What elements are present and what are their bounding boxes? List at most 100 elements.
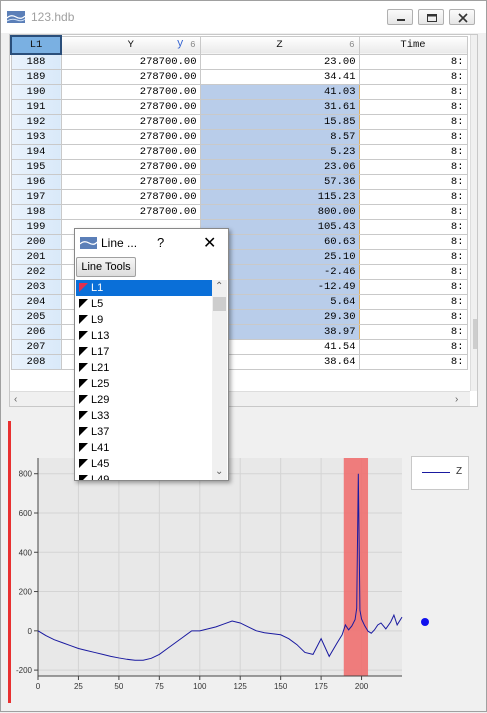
- cell-z[interactable]: 15.85: [199, 113, 360, 130]
- cell-z[interactable]: 800.00: [199, 203, 360, 220]
- scroll-up-icon[interactable]: ⌃: [215, 281, 223, 292]
- row-number[interactable]: 198: [10, 203, 62, 220]
- table-row[interactable]: 189 278700.00 34.41 8:: [10, 68, 468, 85]
- scroll-down-icon[interactable]: ⌄: [215, 466, 223, 477]
- maximize-button[interactable]: [418, 9, 444, 25]
- cell-time[interactable]: 8:: [358, 158, 468, 175]
- cell-y[interactable]: 278700.00: [60, 53, 201, 70]
- title-bar[interactable]: 123.hdb: [1, 1, 486, 33]
- cell-time[interactable]: 8:: [358, 83, 468, 100]
- cell-time[interactable]: 8:: [358, 98, 468, 115]
- table-row[interactable]: 198 278700.00 800.00 8:: [10, 203, 468, 220]
- scroll-thumb[interactable]: [213, 297, 226, 311]
- column-header-line[interactable]: L1: [10, 35, 62, 55]
- line-list-item[interactable]: L5: [76, 296, 227, 312]
- cell-z[interactable]: 8.57: [199, 128, 360, 145]
- cell-z[interactable]: 57.36: [199, 173, 360, 190]
- cell-y[interactable]: 278700.00: [60, 98, 201, 115]
- cell-time[interactable]: 8:: [358, 68, 468, 85]
- cell-time[interactable]: 8:: [358, 353, 468, 370]
- line-list-item[interactable]: L33: [76, 408, 227, 424]
- cell-z[interactable]: 5.23: [199, 143, 360, 160]
- line-list-item[interactable]: L45: [76, 456, 227, 472]
- cell-time[interactable]: 8:: [358, 173, 468, 190]
- row-number[interactable]: 203: [10, 278, 62, 295]
- cell-time[interactable]: 8:: [358, 203, 468, 220]
- row-number[interactable]: 189: [10, 68, 62, 85]
- row-number[interactable]: 200: [10, 233, 62, 250]
- row-number[interactable]: 194: [10, 143, 62, 160]
- table-row[interactable]: 197 278700.00 115.23 8:: [10, 188, 468, 205]
- cell-z[interactable]: 23.06: [199, 158, 360, 175]
- line-list-item[interactable]: L13: [76, 328, 227, 344]
- cell-z[interactable]: 41.03: [199, 83, 360, 100]
- cell-y[interactable]: 278700.00: [60, 188, 201, 205]
- row-number[interactable]: 195: [10, 158, 62, 175]
- cell-z[interactable]: 115.23: [199, 188, 360, 205]
- row-number[interactable]: 207: [10, 338, 62, 355]
- row-number[interactable]: 205: [10, 308, 62, 325]
- line-list-item[interactable]: L17: [76, 344, 227, 360]
- table-row[interactable]: 194 278700.00 5.23 8:: [10, 143, 468, 160]
- row-number[interactable]: 190: [10, 83, 62, 100]
- row-number[interactable]: 201: [10, 248, 62, 265]
- row-number[interactable]: 188: [10, 53, 62, 70]
- line-list-scrollbar[interactable]: ⌃ ⌄: [212, 280, 227, 480]
- cell-z[interactable]: 23.00: [199, 53, 360, 70]
- line-list-item[interactable]: L29: [76, 392, 227, 408]
- cell-y[interactable]: 278700.00: [60, 113, 201, 130]
- scroll-thumb[interactable]: [473, 319, 477, 349]
- close-button[interactable]: [449, 9, 475, 25]
- row-number[interactable]: 191: [10, 98, 62, 115]
- cell-y[interactable]: 278700.00: [60, 173, 201, 190]
- row-number[interactable]: 197: [10, 188, 62, 205]
- cell-y[interactable]: 278700.00: [60, 143, 201, 160]
- table-row[interactable]: 192 278700.00 15.85 8:: [10, 113, 468, 130]
- table-row[interactable]: 196 278700.00 57.36 8:: [10, 173, 468, 190]
- cell-z[interactable]: 34.41: [199, 68, 360, 85]
- cell-y[interactable]: 278700.00: [60, 128, 201, 145]
- cell-time[interactable]: 8:: [358, 323, 468, 340]
- scroll-up-icon[interactable]: ⌃: [475, 37, 477, 48]
- line-list-item[interactable]: L49: [76, 472, 227, 480]
- table-row[interactable]: 191 278700.00 31.61 8:: [10, 98, 468, 115]
- line-list[interactable]: L1 L5 L9 L13 L17 L21 L25 L29 L33 L37 L41 L45 L49 ⌃ ⌄: [76, 280, 227, 480]
- column-header-z[interactable]: Z6: [199, 35, 360, 55]
- cell-time[interactable]: 8:: [358, 278, 468, 295]
- popup-title-bar[interactable]: Line ... ? ✕: [80, 235, 225, 253]
- cell-z[interactable]: 31.61: [199, 98, 360, 115]
- line-list-item[interactable]: L21: [76, 360, 227, 376]
- line-tools-button[interactable]: Line Tools: [76, 257, 136, 277]
- row-number[interactable]: 206: [10, 323, 62, 340]
- cell-time[interactable]: 8:: [358, 293, 468, 310]
- line-list-item[interactable]: L41: [76, 440, 227, 456]
- cell-time[interactable]: 8:: [358, 188, 468, 205]
- row-number[interactable]: 199: [10, 218, 62, 235]
- cell-time[interactable]: 8:: [358, 218, 468, 235]
- column-header-y[interactable]: Yy6: [60, 35, 201, 55]
- row-number[interactable]: 192: [10, 113, 62, 130]
- row-number[interactable]: 196: [10, 173, 62, 190]
- cell-time[interactable]: 8:: [358, 128, 468, 145]
- row-number[interactable]: 208: [10, 353, 62, 370]
- table-row[interactable]: 188 278700.00 23.00 8:: [10, 53, 468, 70]
- cell-time[interactable]: 8:: [358, 143, 468, 160]
- line-list-item[interactable]: L9: [76, 312, 227, 328]
- line-list-item[interactable]: L25: [76, 376, 227, 392]
- close-icon[interactable]: ✕: [203, 233, 216, 253]
- table-row[interactable]: 190 278700.00 41.03 8:: [10, 83, 468, 100]
- row-number[interactable]: 202: [10, 263, 62, 280]
- cell-time[interactable]: 8:: [358, 248, 468, 265]
- table-row[interactable]: 193 278700.00 8.57 8:: [10, 128, 468, 145]
- scroll-right-icon[interactable]: ›: [455, 394, 458, 405]
- scroll-left-icon[interactable]: ‹: [14, 394, 17, 405]
- cell-time[interactable]: 8:: [358, 53, 468, 70]
- cell-y[interactable]: 278700.00: [60, 158, 201, 175]
- cell-y[interactable]: 278700.00: [60, 203, 201, 220]
- column-header-time[interactable]: Time: [358, 35, 468, 55]
- line-list-item[interactable]: L37: [76, 424, 227, 440]
- minimize-button[interactable]: [387, 9, 413, 25]
- table-row[interactable]: 195 278700.00 23.06 8:: [10, 158, 468, 175]
- cell-time[interactable]: 8:: [358, 113, 468, 130]
- vertical-scrollbar[interactable]: ⌃ ⌄: [470, 35, 477, 391]
